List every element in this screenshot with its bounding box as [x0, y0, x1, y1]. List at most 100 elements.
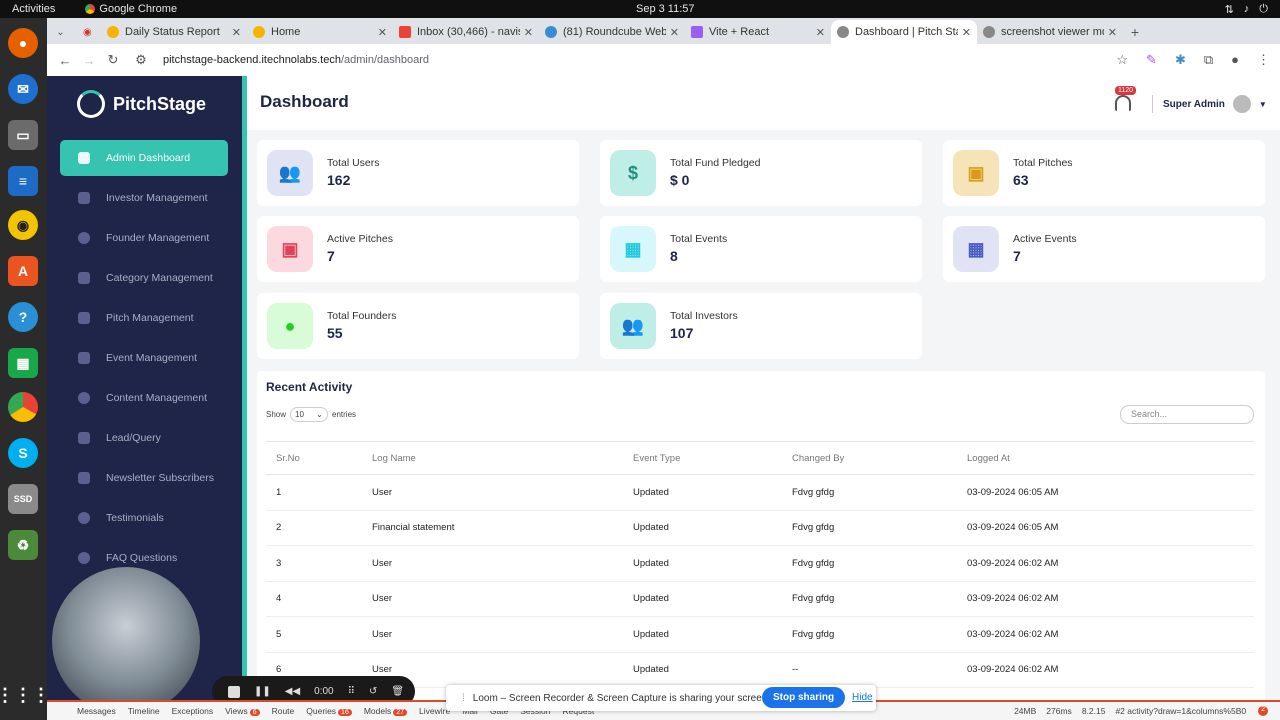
drag-handle-icon[interactable]: ⁞ — [462, 693, 465, 704]
browser-tab[interactable]: Inbox (30,466) - navisi ✕ — [393, 20, 539, 44]
rewind-icon[interactable]: ◀◀ — [285, 686, 300, 697]
debug-tab[interactable]: Queries 16 — [306, 706, 352, 716]
stat-card-total-users[interactable]: 👥 Total Users 162 — [257, 140, 579, 206]
sidebar-item-event-management[interactable]: Event Management — [60, 340, 228, 376]
browser-tab[interactable]: Daily Status Report ✕ — [101, 20, 247, 44]
debug-tab[interactable]: Messages — [77, 706, 116, 716]
stat-card-total-founders[interactable]: ● Total Founders 55 — [257, 293, 579, 359]
stat-value: 63 — [1013, 172, 1029, 188]
request-selector[interactable]: #2 activity?draw=1&columns%5B0 — [1115, 706, 1246, 716]
brand-logo[interactable]: PitchStage — [77, 90, 206, 118]
rhythmbox-icon[interactable]: ◉ — [8, 210, 38, 240]
drag-handle-icon[interactable]: ⠿ — [348, 686, 355, 697]
browser-tab[interactable]: (81) Roundcube Webm ✕ — [539, 20, 685, 44]
column-header[interactable]: Changed By — [782, 441, 957, 475]
users-icon: 👥 — [610, 303, 656, 349]
stat-value: 7 — [1013, 248, 1021, 264]
reload-icon[interactable]: ↻ — [101, 52, 125, 68]
files-icon[interactable]: ▭ — [8, 120, 38, 150]
sidebar-item-investor-management[interactable]: Investor Management — [60, 180, 228, 216]
trash-icon[interactable]: ♻ — [8, 530, 38, 560]
extensions-puzzle-icon[interactable]: ⧉ — [1204, 52, 1213, 68]
column-header[interactable]: Event Type — [623, 441, 782, 475]
pause-icon[interactable]: ❚❚ — [254, 686, 271, 697]
system-tray[interactable]: ⇅ ♪ ⏻ — [1225, 3, 1268, 16]
stop-sharing-button[interactable]: Stop sharing — [762, 687, 846, 708]
sidebar-item-admin-dashboard[interactable]: Admin Dashboard — [60, 140, 228, 176]
tab-search-icon[interactable]: ⌄ — [56, 27, 64, 38]
sidebar-item-content-management[interactable]: Content Management — [60, 380, 228, 416]
calc-icon[interactable]: ▦ — [8, 348, 38, 378]
skype-icon[interactable]: S — [8, 438, 38, 468]
notifications-button[interactable]: 1120 — [1112, 86, 1137, 116]
pen-extension-icon[interactable]: ✎ — [1146, 52, 1157, 68]
user-menu[interactable]: Super Admin ▼ — [1152, 95, 1267, 113]
webcam-bubble[interactable] — [52, 567, 200, 715]
url-field[interactable]: pitchstage-backend.itechnolabs.tech/admi… — [163, 54, 429, 66]
debug-tab[interactable]: Views 6 — [225, 706, 260, 716]
entries-select[interactable]: 10 ⌄ — [290, 407, 329, 422]
profile-avatar-icon[interactable]: ● — [1231, 52, 1239, 68]
column-header[interactable]: Logged At — [957, 441, 1254, 475]
sidebar-item-lead-query[interactable]: Lead/Query — [60, 420, 228, 456]
stat-card-total-pitches[interactable]: ▣ Total Pitches 63 — [943, 140, 1265, 206]
roundcube-favicon-icon — [545, 26, 557, 38]
browser-tab-active[interactable]: Dashboard | Pitch Stag ✕ — [831, 20, 977, 44]
app-menu[interactable]: Google Chrome — [85, 3, 177, 15]
sidebar-item-newsletter-subscribers[interactable]: Newsletter Subscribers — [60, 460, 228, 496]
column-header[interactable]: Sr.No — [266, 441, 362, 475]
sidebar-item-testimonials[interactable]: Testimonials — [60, 500, 228, 536]
stop-record-icon[interactable] — [228, 685, 240, 698]
sidebar-item-category-management[interactable]: Category Management — [60, 260, 228, 296]
search-input[interactable]: Search... — [1120, 405, 1254, 424]
debug-tab[interactable]: Models 27 — [364, 706, 408, 716]
chrome-menu-icon[interactable]: ⋮ — [1257, 52, 1270, 68]
close-tab-icon[interactable]: ✕ — [670, 26, 679, 39]
debug-tab[interactable]: Route — [272, 706, 295, 716]
sidebar-item-founder-management[interactable]: Founder Management — [60, 220, 228, 256]
stat-card-active-pitches[interactable]: ▣ Active Pitches 7 — [257, 216, 579, 282]
extension-badge-icon[interactable]: ✱ — [1175, 52, 1186, 68]
app-name: Google Chrome — [99, 3, 178, 15]
delete-icon[interactable]: 🗑 — [391, 686, 404, 697]
activities-button[interactable]: Activities — [12, 3, 55, 15]
firefox-icon[interactable]: ● — [8, 28, 38, 58]
close-tab-icon[interactable]: ✕ — [232, 26, 241, 39]
debug-stats: 24MB 276ms 8.2.15 #2 activity?draw=1&col… — [1014, 706, 1268, 716]
stat-card-total-fund-pledged[interactable]: $ Total Fund Pledged $ 0 — [600, 140, 922, 206]
forward-icon[interactable]: → — [77, 53, 101, 68]
browser-tab[interactable]: Vite + React ✕ — [685, 20, 831, 44]
browser-tab[interactable]: screenshot viewer mo ✕ — [977, 20, 1123, 44]
close-tab-icon[interactable]: ✕ — [378, 26, 387, 39]
site-settings-icon[interactable]: ⚙ — [129, 52, 153, 68]
sidebar-item-pitch-management[interactable]: Pitch Management — [60, 300, 228, 336]
stat-card-active-events[interactable]: ▦ Active Events 7 — [943, 216, 1265, 282]
close-tab-icon[interactable]: ✕ — [962, 26, 971, 39]
close-tab-icon[interactable]: ✕ — [524, 26, 533, 39]
column-header[interactable]: Log Name — [362, 441, 623, 475]
user-avatar-icon — [1232, 95, 1251, 113]
chrome-icon[interactable] — [8, 392, 38, 422]
stat-card-total-events[interactable]: ▦ Total Events 8 — [600, 216, 922, 282]
software-icon[interactable]: A — [8, 256, 38, 286]
app-grid-icon[interactable]: ⋮⋮⋮ — [0, 680, 50, 710]
clock[interactable]: Sep 3 11:57 — [636, 3, 695, 15]
ssd-icon[interactable]: SSD — [8, 484, 38, 514]
debug-tab[interactable]: Exceptions — [172, 706, 214, 716]
stat-value: 107 — [670, 325, 694, 341]
browser-tab[interactable]: Home ✕ — [247, 20, 393, 44]
back-icon[interactable]: ← — [53, 53, 77, 68]
debug-tab[interactable]: Timeline — [128, 706, 160, 716]
close-tab-icon[interactable]: ✕ — [1108, 26, 1117, 39]
stat-card-total-investors[interactable]: 👥 Total Investors 107 — [600, 293, 922, 359]
thunderbird-icon[interactable]: ✉ — [8, 74, 38, 104]
bookmark-star-icon[interactable]: ☆ — [1116, 52, 1128, 68]
record-icon[interactable]: ◉ — [83, 27, 92, 38]
hide-link[interactable]: Hide — [852, 692, 873, 703]
writer-icon[interactable]: ≡ — [8, 166, 38, 196]
help-icon[interactable]: ? — [8, 302, 38, 332]
close-tab-icon[interactable]: ✕ — [816, 26, 825, 39]
restart-icon[interactable]: ↺ — [369, 686, 377, 697]
new-tab-button[interactable]: + — [1123, 20, 1147, 44]
tab-controls: ⌄ ◉ — [47, 20, 101, 44]
